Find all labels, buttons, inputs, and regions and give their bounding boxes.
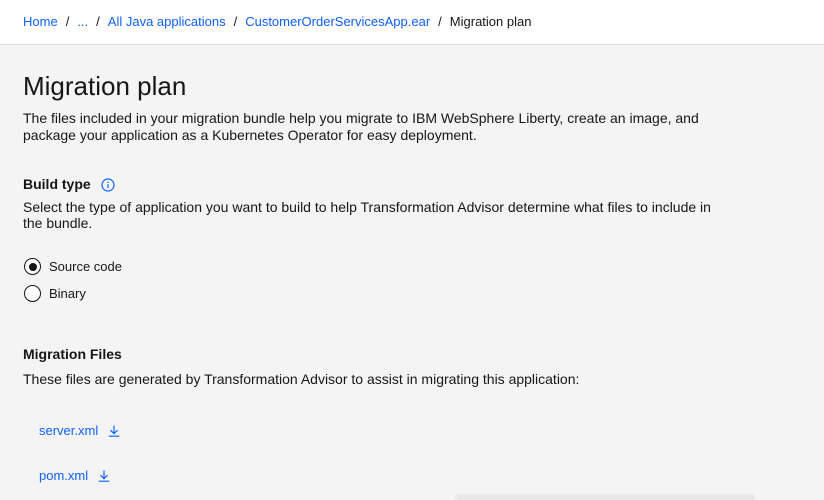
radio-label: Source code: [49, 258, 122, 274]
build-type-heading: Build type: [23, 176, 115, 193]
radio-button-selected[interactable]: [24, 258, 41, 275]
page-intro: The files included in your migration bun…: [23, 110, 783, 144]
top-bar: Home / ... / All Java applications / Cus…: [0, 0, 824, 45]
breadcrumb-home[interactable]: Home: [23, 14, 58, 30]
breadcrumb-separator: /: [438, 14, 442, 29]
description-line: the bundle.: [23, 215, 93, 231]
breadcrumb-separator: /: [233, 14, 238, 29]
file-link-server-xml[interactable]: server.xml: [39, 423, 121, 439]
breadcrumb-all-java-applications[interactable]: All Java applications: [108, 14, 226, 30]
intro-line: package your application as a Kubernetes…: [23, 127, 477, 143]
radio-binary[interactable]: Binary: [24, 285, 86, 302]
breadcrumb-current: Migration plan: [449, 14, 532, 29]
bottom-edge-shadow: [455, 494, 755, 500]
intro-line: The files included in your migration bun…: [23, 110, 699, 126]
build-type-label: Build type: [23, 176, 91, 192]
build-type-description: Select the type of application you want …: [23, 199, 783, 231]
breadcrumb-overflow[interactable]: ...: [77, 14, 88, 30]
migration-files-description: These files are generated by Transformat…: [23, 371, 580, 387]
download-icon[interactable]: [97, 469, 111, 483]
page-title: Migration plan: [23, 71, 187, 101]
download-icon[interactable]: [107, 424, 121, 438]
file-link-pom-xml[interactable]: pom.xml: [39, 468, 111, 484]
radio-label: Binary: [49, 285, 86, 301]
radio-button[interactable]: [24, 285, 41, 302]
breadcrumb-separator: /: [96, 14, 100, 29]
file-name: server.xml: [39, 423, 99, 438]
breadcrumb-separator: /: [65, 14, 70, 29]
migration-files-heading: Migration Files: [23, 346, 122, 363]
description-line: Select the type of application you want …: [23, 199, 711, 215]
information-icon[interactable]: [101, 177, 115, 192]
radio-source-code[interactable]: Source code: [24, 258, 122, 275]
migration-files-label: Migration Files: [23, 346, 122, 362]
file-name: pom.xml: [39, 468, 89, 483]
breadcrumb-application[interactable]: CustomerOrderServicesApp.ear: [245, 14, 430, 30]
breadcrumb: Home / ... / All Java applications / Cus…: [23, 14, 531, 30]
